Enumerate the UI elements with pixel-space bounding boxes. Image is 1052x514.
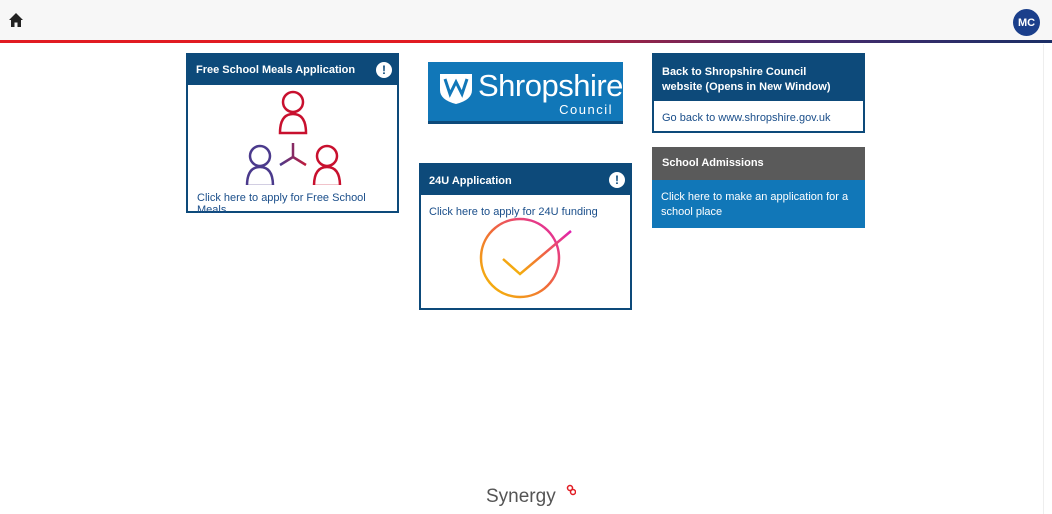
logo-wordmark: Shropshire xyxy=(478,68,623,103)
tile-header: Free School Meals Application ! xyxy=(188,55,397,85)
synergy-mark-icon xyxy=(566,484,576,496)
school-admissions-tile[interactable]: School Admissions Click here to make an … xyxy=(652,147,865,228)
tile-title: Free School Meals Application xyxy=(196,64,356,76)
people-network-icon xyxy=(245,90,342,185)
alert-icon: ! xyxy=(376,62,392,78)
logo-subtitle: Council xyxy=(559,102,613,117)
home-icon[interactable] xyxy=(8,12,24,28)
tile-title-line1: Back to Shropshire Council xyxy=(662,66,807,78)
shield-crest-icon xyxy=(440,74,472,104)
synergy-logo: Synergy xyxy=(486,484,576,508)
tile-title-line2: website (Opens in New Window) xyxy=(662,81,831,93)
vertical-scrollbar[interactable] xyxy=(1043,44,1052,514)
council-website-link[interactable]: Go back to www.shropshire.gov.uk xyxy=(662,112,831,124)
tile-header: School Admissions xyxy=(652,147,865,180)
link-line2: school place xyxy=(661,206,723,218)
top-bar: MC xyxy=(0,0,1052,40)
apply-fsm-link[interactable]: Click here to apply for Free School Meal… xyxy=(197,192,397,216)
24u-application-tile[interactable]: 24U Application ! Click here to apply fo… xyxy=(419,163,632,310)
header-accent-line xyxy=(0,40,1052,43)
checkmark-circle-icon xyxy=(479,217,572,299)
free-school-meals-tile[interactable]: Free School Meals Application ! Click he… xyxy=(186,53,399,216)
tile-title: School Admissions xyxy=(662,157,764,169)
user-avatar[interactable]: MC xyxy=(1013,9,1040,36)
shropshire-council-logo: Shropshire Council xyxy=(428,62,623,124)
tile-header: 24U Application ! xyxy=(421,165,630,195)
footer-brand: Synergy xyxy=(486,486,556,507)
apply-school-place-link[interactable]: Click here to make an application for a … xyxy=(661,190,848,220)
link-line1: Click here to make an application for a xyxy=(661,191,849,203)
alert-icon: ! xyxy=(609,172,625,188)
back-to-council-tile[interactable]: Back to Shropshire Council website (Open… xyxy=(652,53,865,133)
tile-title: 24U Application xyxy=(429,175,512,187)
tile-header: Back to Shropshire Council website (Open… xyxy=(654,55,863,101)
